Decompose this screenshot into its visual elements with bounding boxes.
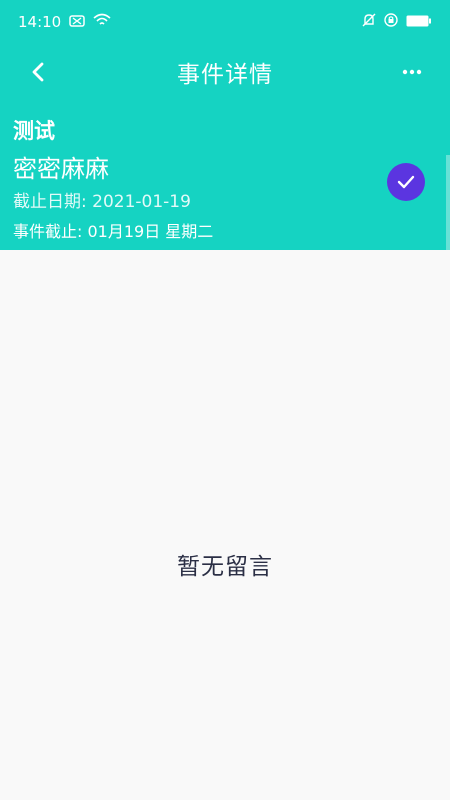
comments-area: 暂无留言 xyxy=(0,250,450,800)
battery-icon xyxy=(406,13,432,31)
event-title: 密密麻麻 xyxy=(13,155,109,183)
event-category: 测试 xyxy=(13,119,55,143)
check-icon xyxy=(397,175,415,189)
mute-icon xyxy=(362,13,376,32)
scroll-indicator xyxy=(446,155,450,250)
notification-icon xyxy=(69,13,85,31)
header-area: 14:10 事件详情 测试 密密麻麻 截止日期: 2021-01-19 事件截止… xyxy=(0,0,450,250)
back-arrow-icon xyxy=(32,62,44,82)
back-button[interactable] xyxy=(22,56,54,88)
empty-comments-message: 暂无留言 xyxy=(177,554,273,580)
status-left: 14:10 xyxy=(18,13,111,31)
lock-icon xyxy=(384,13,398,31)
status-bar: 14:10 xyxy=(0,0,450,44)
more-dots-icon xyxy=(402,69,422,75)
page-title: 事件详情 xyxy=(177,62,273,88)
event-countdown: 事件截止: 01月19日 星期二 xyxy=(13,222,214,241)
app-bar: 事件详情 xyxy=(0,44,450,100)
wifi-icon xyxy=(93,13,111,31)
complete-toggle-button[interactable] xyxy=(387,163,425,201)
event-summary: 测试 密密麻麻 截止日期: 2021-01-19 事件截止: 01月19日 星期… xyxy=(0,100,450,250)
more-button[interactable] xyxy=(396,56,428,88)
event-deadline: 截止日期: 2021-01-19 xyxy=(13,192,191,212)
status-time: 14:10 xyxy=(18,13,62,31)
status-right xyxy=(362,13,432,32)
event-detail-screen: 14:10 事件详情 测试 密密麻麻 截止日期: 2021-01-19 事件截止… xyxy=(0,0,450,800)
